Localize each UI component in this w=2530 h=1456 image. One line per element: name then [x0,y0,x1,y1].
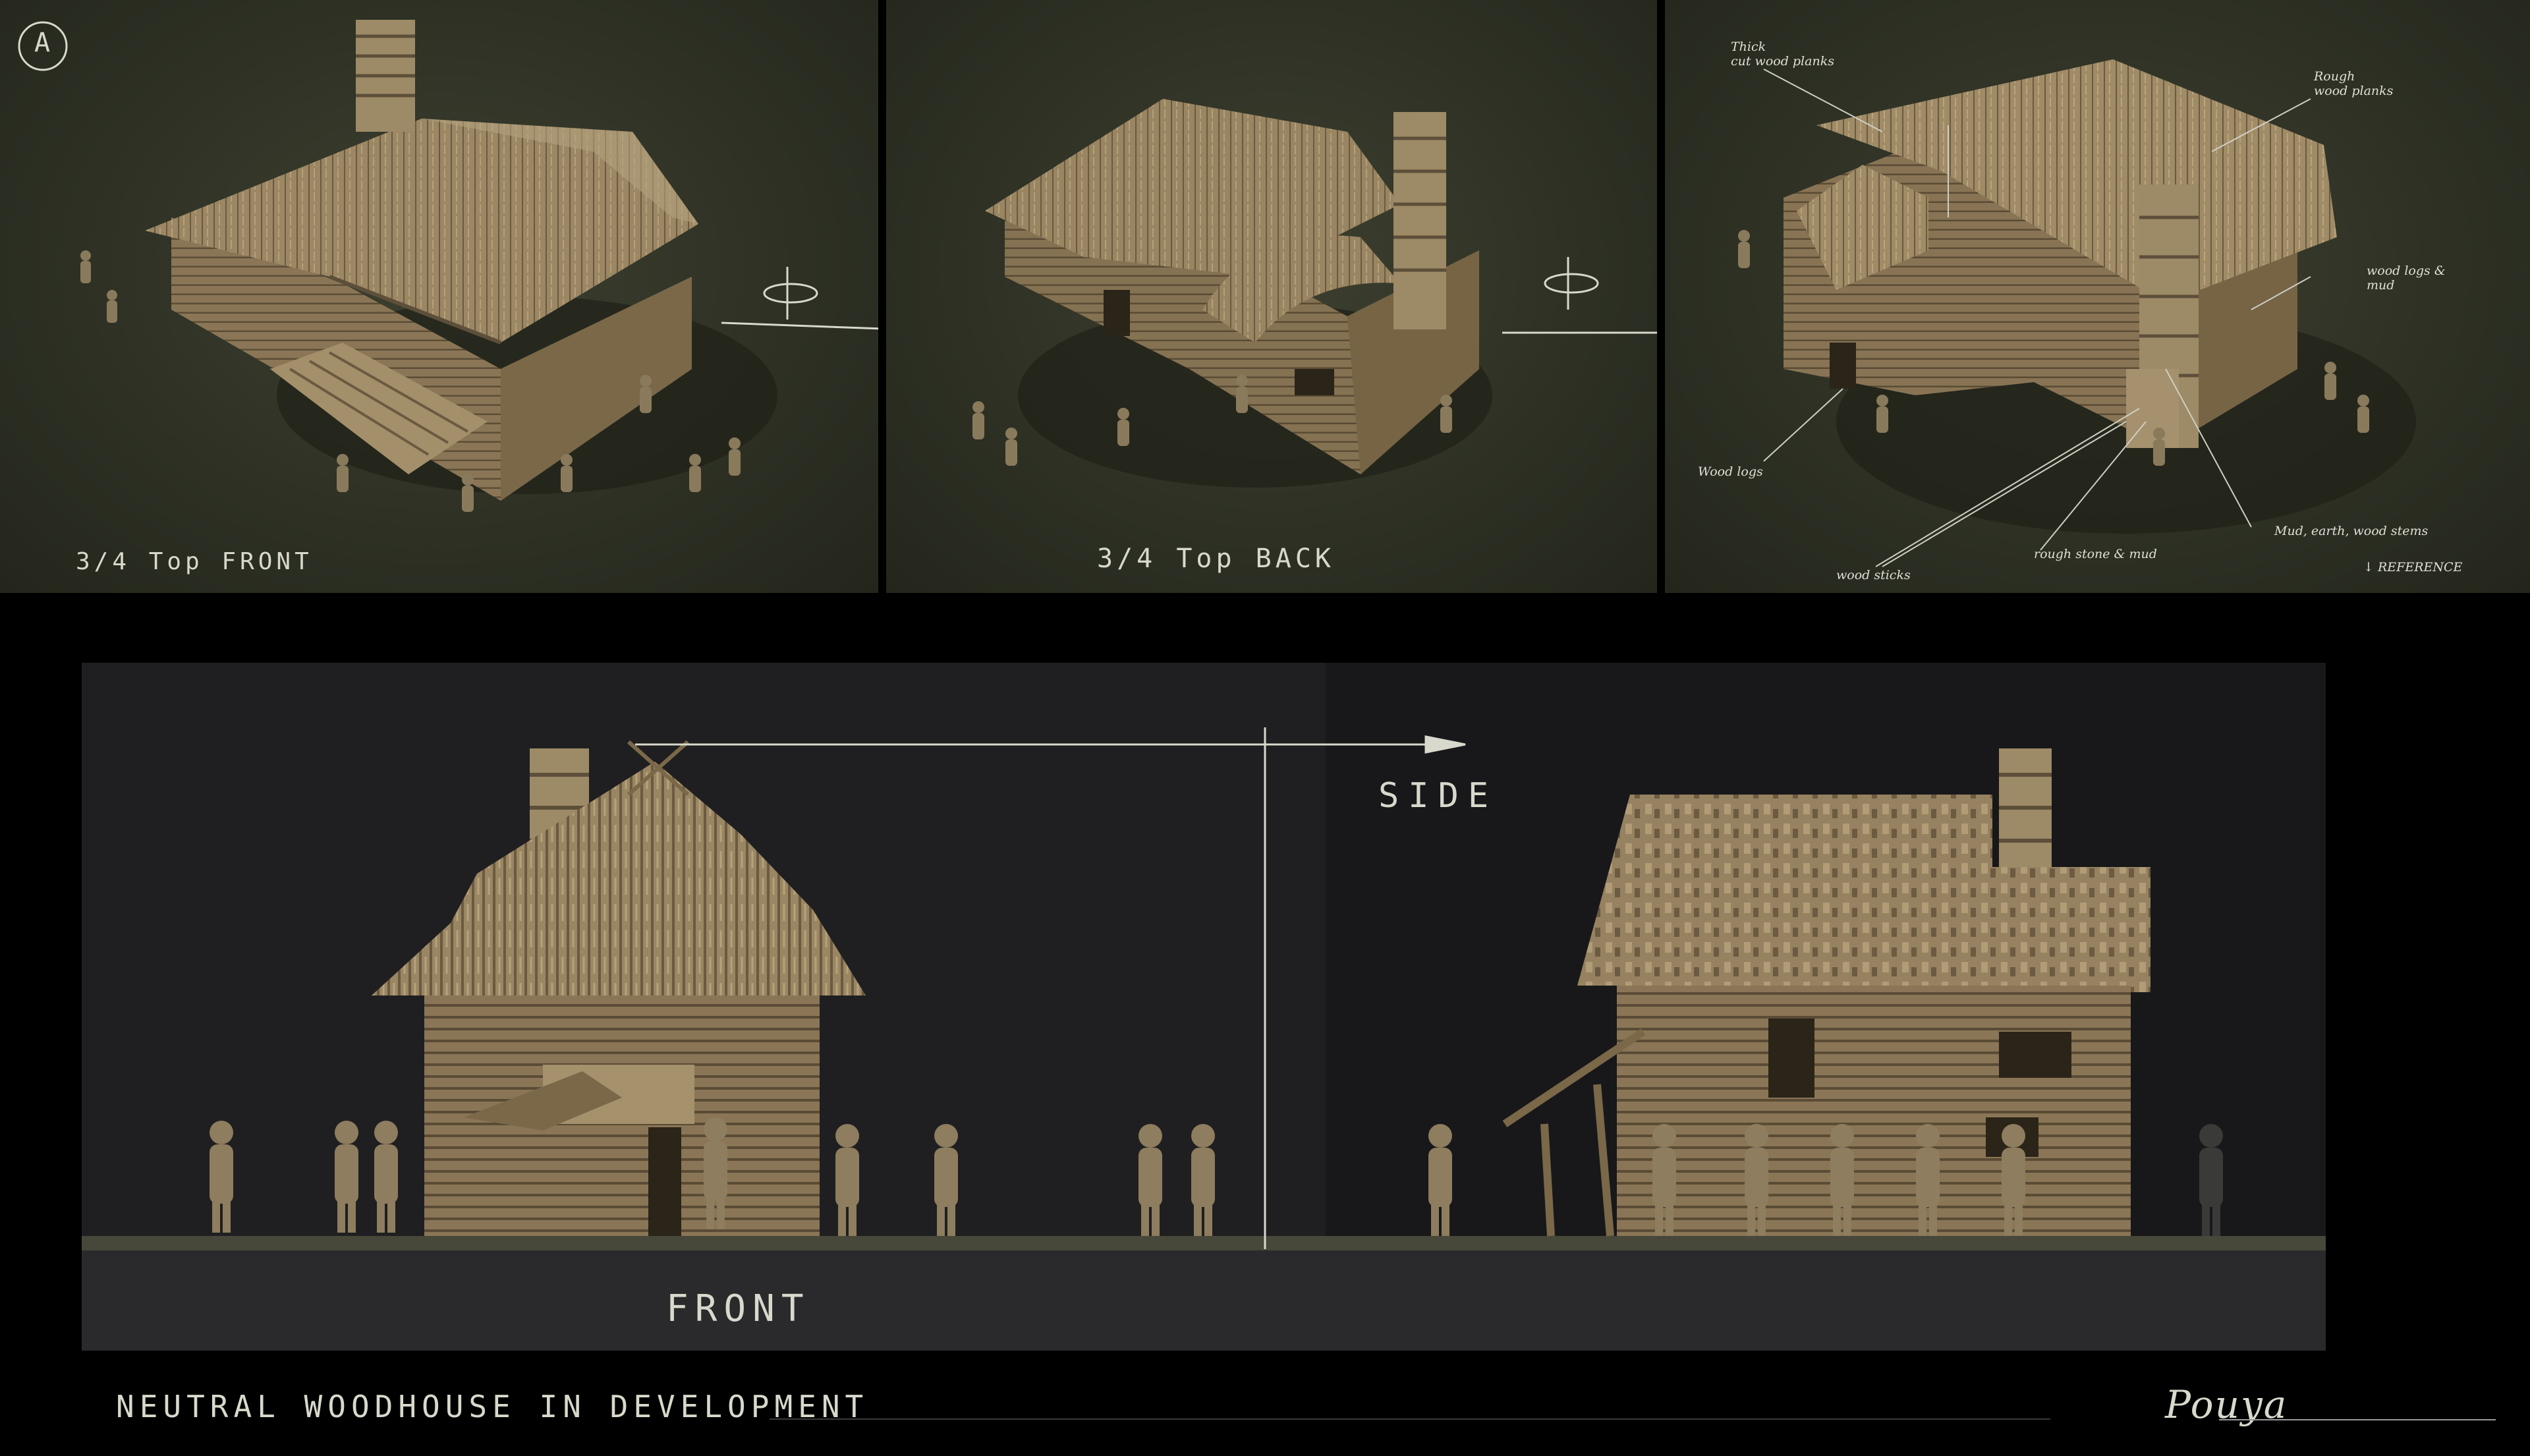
note-reference: ↓ REFERENCE [2363,560,2463,574]
panel-top-back: 3/4 Top BACK [886,0,1657,593]
panel-top-front: A 3/4 Top FRONT [0,0,878,593]
elevation-panel: SIDE FRONT [82,663,2326,1351]
dark-figure [2199,1124,2223,1236]
side-view-label: SIDE [1378,776,1498,816]
note-logs-mud: wood logs & mud [2367,264,2446,293]
signature-rule [2219,1419,2496,1420]
note-wood-logs: Wood logs [1698,464,1763,479]
rotate-arrow-icon [721,267,878,330]
note-wood-sticks: wood sticks [1836,568,1911,582]
caption-top-front: 3/4 Top FRONT [76,548,313,575]
caption-top-back: 3/4 Top BACK [1097,544,1335,574]
panel-reference: Thick cut wood planks Rough wood planks … [1665,0,2530,593]
panel-marker: A [34,28,51,58]
note-thick-planks: Thick cut wood planks [1731,40,1834,69]
house-top-back-render [972,99,1657,488]
front-view-label: FRONT [666,1287,810,1330]
note-mud-earth: Mud, earth, wood stems [2274,524,2429,538]
footer-rule [770,1418,2050,1420]
front-elevation-house [372,740,866,1236]
rotate-arrow-icon [1502,257,1657,334]
house-reference-render [1738,59,2416,567]
elevation-drawings [210,727,2223,1249]
note-rough-planks: Rough wood planks [2314,69,2394,98]
side-elevation-house [1502,748,2150,1237]
note-rough-stone: rough stone & mud [2034,547,2157,561]
house-top-front-render [18,20,878,512]
footer-title: NEUTRAL WOODHOUSE IN DEVELOPMENT [116,1389,869,1424]
